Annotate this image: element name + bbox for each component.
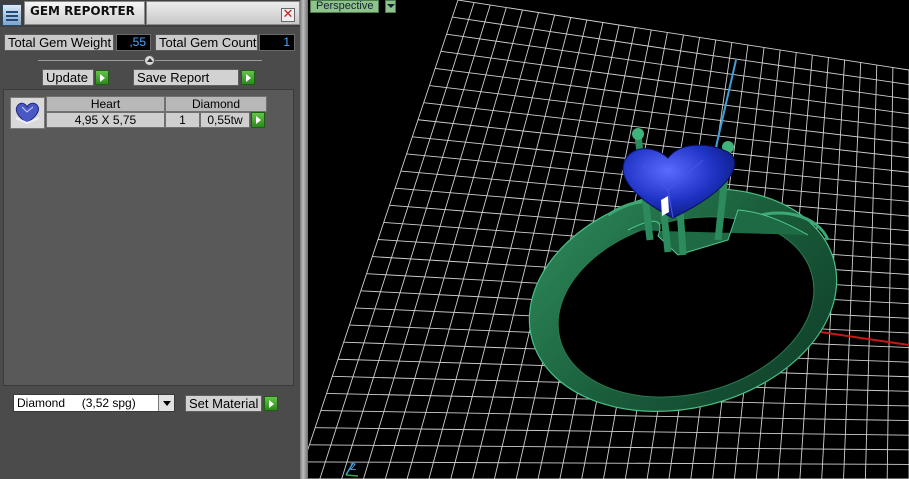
set-material-button[interactable]: Set Material xyxy=(185,395,262,412)
gem-list xyxy=(3,89,294,386)
gem-weight-cell: 0,55tw xyxy=(200,112,250,128)
gizmo-label: Z xyxy=(350,463,356,473)
view-mode-label[interactable]: Perspective xyxy=(310,0,380,13)
axis-gizmo: Z xyxy=(345,462,359,477)
slider-knob-icon[interactable] xyxy=(144,55,155,66)
3d-viewport[interactable]: Z Perspective xyxy=(308,0,909,479)
total-gem-count-label: Total Gem Count xyxy=(155,34,258,51)
chevron-down-icon[interactable] xyxy=(158,395,174,411)
update-button[interactable]: Update xyxy=(42,69,94,86)
gem-size-cell: 4,95 X 5,75 xyxy=(46,112,165,128)
total-gem-count-value: 1 xyxy=(259,34,295,51)
material-select-value: Diamond (3,52 spg) xyxy=(17,396,136,410)
update-go-icon[interactable] xyxy=(95,70,109,85)
save-report-button[interactable]: Save Report xyxy=(133,69,239,86)
save-report-go-icon[interactable] xyxy=(241,70,255,85)
gem-reporter-app-icon xyxy=(2,4,22,26)
title-bar-filler xyxy=(146,1,300,25)
set-material-go-icon[interactable] xyxy=(264,396,278,411)
total-gem-weight-value: ,55 xyxy=(116,34,151,51)
chevron-down-icon[interactable] xyxy=(385,0,396,13)
panel-splitter[interactable] xyxy=(300,0,308,479)
gem-table-header-material: Diamond xyxy=(165,96,267,112)
heart-gem-thumbnail[interactable] xyxy=(10,97,45,129)
panel-title: GEM REPORTER xyxy=(30,4,135,18)
gem-table-header-cut: Heart xyxy=(46,96,165,112)
gem-row-go-icon[interactable] xyxy=(251,112,265,128)
gem-reporter-panel: GEM REPORTER ✕ Total Gem Weight ,55 Tota… xyxy=(0,0,300,479)
close-icon[interactable]: ✕ xyxy=(281,8,295,22)
title-bar: GEM REPORTER ✕ xyxy=(0,0,300,27)
total-gem-weight-label: Total Gem Weight xyxy=(4,34,114,51)
viewport-canvas: Z xyxy=(308,0,909,479)
material-select[interactable]: Diamond (3,52 spg) xyxy=(13,394,175,412)
gem-count-cell: 1 xyxy=(165,112,200,128)
